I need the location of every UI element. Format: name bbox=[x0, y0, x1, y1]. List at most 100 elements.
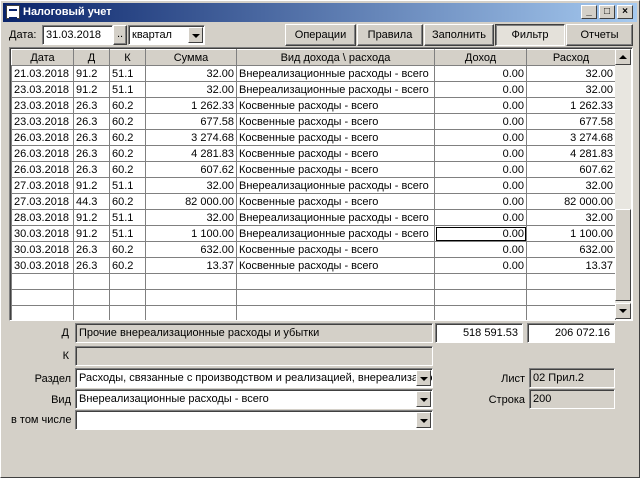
date-picker-button[interactable]: .. bbox=[113, 25, 127, 45]
cell-date[interactable]: 23.03.2018 bbox=[11, 97, 74, 114]
table-row[interactable]: 28.03.2018 91.2 51.1 32.00 Внереализационные… bbox=[11, 209, 616, 226]
cell-type[interactable]: Внереализационные расходы - всего bbox=[236, 209, 435, 226]
cell-expense[interactable]: 1 262.33 bbox=[526, 97, 616, 114]
cell-date[interactable] bbox=[11, 289, 74, 306]
table-row-empty[interactable] bbox=[11, 289, 616, 306]
cell-credit[interactable]: 51.1 bbox=[109, 177, 146, 194]
cell-debit[interactable]: 91.2 bbox=[73, 81, 110, 98]
table-row[interactable]: 30.03.2018 91.2 51.1 1 100.00 Внереализацион… bbox=[11, 225, 616, 242]
table-row[interactable]: 26.03.2018 26.3 60.2 4 281.83 Косвенные расх… bbox=[11, 145, 616, 162]
cell-expense[interactable]: 32.00 bbox=[526, 177, 616, 194]
cell-debit[interactable]: 91.2 bbox=[73, 65, 110, 82]
col-header-expense[interactable]: Расход bbox=[526, 49, 616, 66]
cell-expense[interactable]: 32.00 bbox=[526, 209, 616, 226]
type-select[interactable]: Внереализационные расходы - всего bbox=[75, 389, 433, 409]
cell-debit[interactable] bbox=[73, 273, 110, 290]
cell-debit[interactable]: 44.3 bbox=[73, 193, 110, 210]
cell-date[interactable] bbox=[11, 273, 74, 290]
cell-amount[interactable]: 607.62 bbox=[145, 161, 237, 178]
cell-amount[interactable] bbox=[145, 289, 237, 306]
cell-income[interactable]: 0.00 bbox=[434, 145, 527, 162]
cell-expense[interactable]: 4 281.83 bbox=[526, 145, 616, 162]
maximize-button[interactable]: □ bbox=[599, 5, 615, 19]
period-select[interactable]: квартал bbox=[128, 25, 205, 45]
cell-income[interactable]: 0.00 bbox=[434, 97, 527, 114]
cell-income[interactable]: 0.00 bbox=[434, 65, 527, 82]
cell-income[interactable]: 0.00 bbox=[434, 161, 527, 178]
cell-income[interactable] bbox=[434, 273, 527, 290]
chevron-down-icon[interactable] bbox=[188, 27, 203, 43]
cell-type[interactable] bbox=[236, 273, 435, 290]
cell-expense[interactable] bbox=[526, 273, 616, 290]
table-row[interactable]: 27.03.2018 91.2 51.1 32.00 Внереализационные… bbox=[11, 177, 616, 194]
scroll-down-icon[interactable] bbox=[615, 303, 631, 319]
cell-type[interactable]: Косвенные расходы - всего bbox=[236, 257, 435, 274]
table-row-empty[interactable] bbox=[11, 273, 616, 290]
cell-type[interactable]: Косвенные расходы - всего bbox=[236, 129, 435, 146]
cell-date[interactable]: 26.03.2018 bbox=[11, 161, 74, 178]
cell-type[interactable]: Косвенные расходы - всего bbox=[236, 193, 435, 210]
cell-income[interactable]: 0.00 bbox=[434, 81, 527, 98]
including-select[interactable] bbox=[75, 410, 433, 430]
cell-credit[interactable]: 60.2 bbox=[109, 241, 146, 258]
close-button[interactable]: × bbox=[617, 5, 633, 19]
cell-debit[interactable]: 91.2 bbox=[73, 209, 110, 226]
cell-type[interactable]: Косвенные расходы - всего bbox=[236, 161, 435, 178]
cell-date[interactable]: 26.03.2018 bbox=[11, 129, 74, 146]
cell-expense[interactable] bbox=[526, 289, 616, 306]
rules-button[interactable]: Правила bbox=[357, 24, 423, 46]
cell-credit[interactable]: 60.2 bbox=[109, 145, 146, 162]
operations-button[interactable]: Операции bbox=[285, 24, 356, 46]
chevron-down-icon[interactable] bbox=[416, 391, 431, 407]
table-row[interactable]: 27.03.2018 44.3 60.2 82 000.00 Косвенные рас… bbox=[11, 193, 616, 210]
cell-credit[interactable]: 51.1 bbox=[109, 65, 146, 82]
cell-expense[interactable]: 677.58 bbox=[526, 113, 616, 130]
cell-debit[interactable] bbox=[73, 289, 110, 306]
cell-income[interactable]: 0.00 bbox=[434, 257, 527, 274]
chevron-down-icon[interactable] bbox=[416, 370, 431, 386]
cell-debit[interactable] bbox=[73, 305, 110, 320]
cell-amount[interactable] bbox=[145, 273, 237, 290]
cell-credit[interactable]: 51.1 bbox=[109, 81, 146, 98]
cell-type[interactable]: Внереализационные расходы - всего bbox=[236, 225, 435, 242]
table-row[interactable]: 21.03.2018 91.2 51.1 32.00 Внереализационные… bbox=[11, 65, 616, 82]
cell-expense[interactable]: 13.37 bbox=[526, 257, 616, 274]
cell-income[interactable]: 0.00 bbox=[434, 225, 527, 242]
cell-date[interactable]: 30.03.2018 bbox=[11, 241, 74, 258]
cell-type[interactable]: Внереализационные расходы - всего bbox=[236, 81, 435, 98]
cell-credit[interactable] bbox=[109, 305, 146, 320]
cell-amount[interactable]: 1 262.33 bbox=[145, 97, 237, 114]
cell-debit[interactable]: 26.3 bbox=[73, 113, 110, 130]
cell-type[interactable]: Внереализационные расходы - всего bbox=[236, 65, 435, 82]
cell-amount[interactable]: 32.00 bbox=[145, 81, 237, 98]
col-header-amount[interactable]: Сумма bbox=[145, 49, 237, 66]
cell-amount[interactable]: 4 281.83 bbox=[145, 145, 237, 162]
cell-income[interactable] bbox=[434, 289, 527, 306]
cell-expense[interactable]: 632.00 bbox=[526, 241, 616, 258]
col-header-credit[interactable]: К bbox=[109, 49, 146, 66]
col-header-debit[interactable]: Д bbox=[73, 49, 110, 66]
cell-amount[interactable]: 1 100.00 bbox=[145, 225, 237, 242]
col-header-type[interactable]: Вид дохода \ расхода bbox=[236, 49, 435, 66]
cell-credit[interactable]: 60.2 bbox=[109, 193, 146, 210]
cell-date[interactable]: 23.03.2018 bbox=[11, 81, 74, 98]
cell-date[interactable]: 26.03.2018 bbox=[11, 145, 74, 162]
cell-income[interactable]: 0.00 bbox=[434, 129, 527, 146]
cell-credit[interactable]: 60.2 bbox=[109, 161, 146, 178]
cell-debit[interactable]: 26.3 bbox=[73, 241, 110, 258]
cell-expense[interactable] bbox=[526, 305, 616, 320]
cell-debit[interactable]: 91.2 bbox=[73, 225, 110, 242]
cell-debit[interactable]: 26.3 bbox=[73, 145, 110, 162]
cell-type[interactable]: Косвенные расходы - всего bbox=[236, 97, 435, 114]
cell-income[interactable]: 0.00 bbox=[434, 113, 527, 130]
cell-amount[interactable]: 3 274.68 bbox=[145, 129, 237, 146]
cell-income[interactable]: 0.00 bbox=[434, 177, 527, 194]
cell-credit[interactable]: 60.2 bbox=[109, 257, 146, 274]
cell-debit[interactable]: 26.3 bbox=[73, 257, 110, 274]
cell-date[interactable]: 30.03.2018 bbox=[11, 257, 74, 274]
cell-credit[interactable]: 51.1 bbox=[109, 225, 146, 242]
cell-amount[interactable]: 677.58 bbox=[145, 113, 237, 130]
table-row-empty[interactable] bbox=[11, 305, 616, 320]
grid-vertical-scrollbar[interactable] bbox=[615, 49, 631, 319]
cell-date[interactable]: 27.03.2018 bbox=[11, 177, 74, 194]
